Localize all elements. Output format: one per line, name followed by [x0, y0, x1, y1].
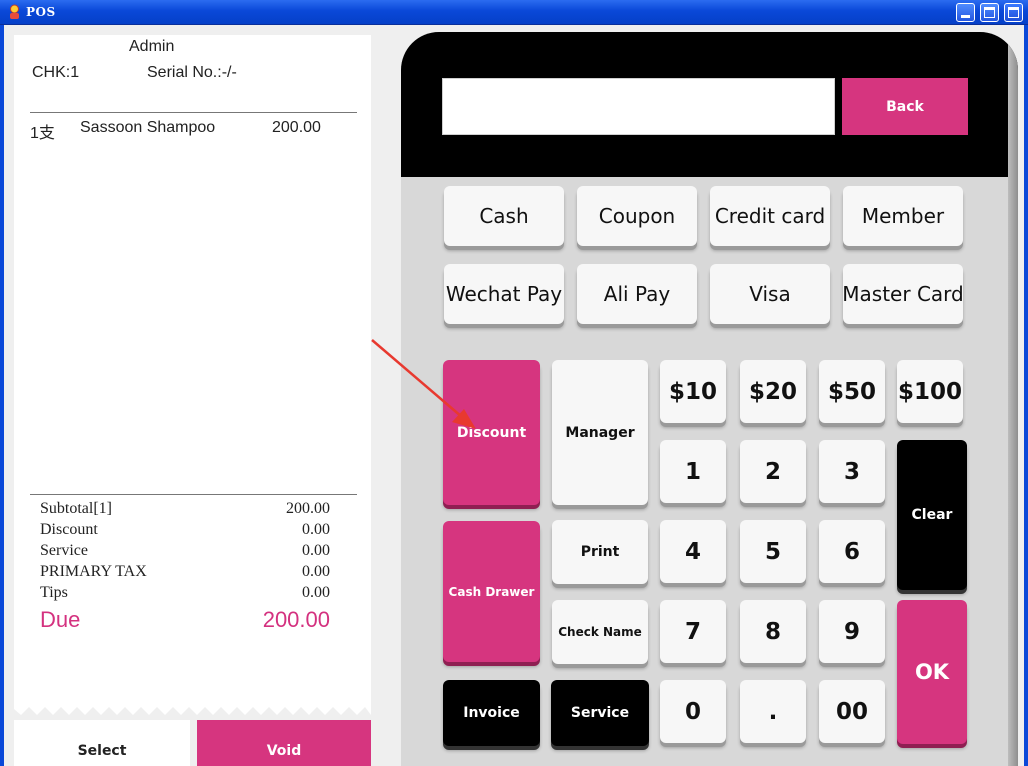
receipt: Admin CHK:1 Serial No.:-/- 1支 Sassoon Sh… — [14, 35, 371, 707]
digit-8[interactable]: 8 — [740, 600, 806, 663]
quick-amount-50[interactable]: $50 — [819, 360, 885, 423]
void-button[interactable]: Void — [197, 720, 371, 766]
manager-button[interactable]: Manager — [552, 360, 648, 505]
tax-value: 0.00 — [302, 563, 330, 580]
item-name: Sassoon Shampoo — [80, 119, 216, 136]
pos-app-icon — [10, 4, 19, 19]
service-button[interactable]: Service — [551, 680, 649, 746]
due-label: Due — [40, 607, 81, 632]
operator-name: Admin — [129, 38, 175, 55]
discount-button[interactable]: Discount — [443, 360, 540, 505]
service-value: 0.00 — [302, 542, 330, 559]
window-title: POS — [26, 5, 56, 19]
digit-7[interactable]: 7 — [660, 600, 726, 663]
minimize-icon — [961, 15, 970, 18]
tips-value: 0.00 — [302, 584, 330, 601]
quick-amount-100[interactable]: $100 — [897, 360, 963, 423]
credit-card-button[interactable]: Credit card — [710, 186, 830, 246]
back-button[interactable]: Back — [842, 78, 968, 135]
select-button[interactable]: Select — [14, 720, 190, 766]
close-button[interactable] — [1004, 3, 1023, 22]
wechat-pay-button[interactable]: Wechat Pay — [444, 264, 564, 324]
coupon-button[interactable]: Coupon — [577, 186, 697, 246]
due-amount: 200.00 — [262, 607, 330, 632]
digit-5[interactable]: 5 — [740, 520, 806, 583]
service-label: Service — [40, 542, 88, 559]
receipt-tear-edge — [14, 703, 371, 715]
quick-amount-20[interactable]: $20 — [740, 360, 806, 423]
minimize-button[interactable] — [956, 3, 975, 22]
quick-amount-10[interactable]: $10 — [660, 360, 726, 423]
double-zero-key[interactable]: 00 — [819, 680, 885, 743]
subtotal-label: Subtotal[1] — [40, 500, 112, 517]
member-button[interactable]: Member — [843, 186, 963, 246]
digit-6[interactable]: 6 — [819, 520, 885, 583]
invoice-button[interactable]: Invoice — [443, 680, 540, 746]
discount-label: Discount — [40, 521, 98, 538]
subtotal-value: 200.00 — [286, 500, 330, 517]
tips-label: Tips — [40, 584, 68, 601]
tax-label: PRIMARY TAX — [40, 563, 147, 580]
digit-1[interactable]: 1 — [660, 440, 726, 503]
digit-0[interactable]: 0 — [660, 680, 726, 743]
maximize-button[interactable] — [980, 3, 999, 22]
digit-3[interactable]: 3 — [819, 440, 885, 503]
clear-button[interactable]: Clear — [897, 440, 967, 590]
receipt-divider — [30, 112, 357, 113]
keypad-edge — [1008, 32, 1018, 766]
digit-4[interactable]: 4 — [660, 520, 726, 583]
check-name-button[interactable]: Check Name — [552, 600, 648, 664]
decimal-point-key[interactable]: . — [740, 680, 806, 743]
cash-button[interactable]: Cash — [444, 186, 564, 246]
maximize-icon — [984, 7, 995, 18]
master-card-button[interactable]: Master Card — [842, 264, 964, 324]
check-number: CHK:1 — [32, 64, 80, 81]
restore-icon — [1008, 7, 1019, 18]
ali-pay-button[interactable]: Ali Pay — [577, 264, 697, 324]
print-button[interactable]: Print — [552, 520, 648, 584]
amount-display[interactable] — [442, 78, 835, 135]
discount-value: 0.00 — [302, 521, 330, 538]
serial-number: Serial No.:-/- — [147, 64, 237, 81]
title-bar: POS — [0, 0, 1028, 25]
cash-drawer-button[interactable]: Cash Drawer — [443, 521, 540, 662]
digit-9[interactable]: 9 — [819, 600, 885, 663]
item-quantity: 1支 — [30, 125, 55, 142]
visa-button[interactable]: Visa — [710, 264, 830, 324]
digit-2[interactable]: 2 — [740, 440, 806, 503]
ok-button[interactable]: OK — [897, 600, 967, 744]
summary-divider — [30, 494, 357, 495]
item-price: 200.00 — [272, 119, 321, 136]
